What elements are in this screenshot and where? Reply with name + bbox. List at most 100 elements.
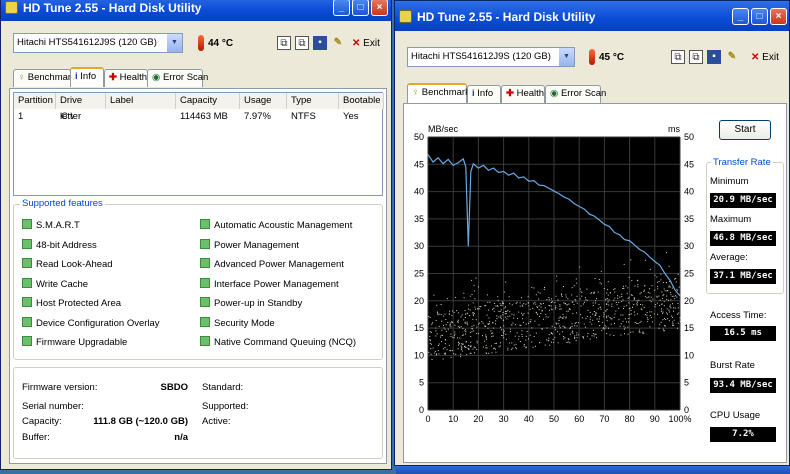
access-time-point — [559, 304, 561, 306]
access-time-point — [598, 316, 600, 318]
access-time-point — [600, 270, 602, 272]
tab-info[interactable]: i Info — [467, 85, 501, 103]
access-time-point — [678, 312, 680, 314]
access-time-point — [674, 307, 676, 309]
close-icon[interactable]: × — [371, 0, 388, 16]
tab-benchmark[interactable]: ♀ Benchmark — [13, 69, 76, 87]
access-time-point — [617, 295, 619, 297]
access-time-point — [572, 330, 574, 332]
access-time-point — [450, 333, 452, 335]
options-icon[interactable]: ✎ — [331, 36, 345, 50]
access-time-point — [584, 301, 586, 303]
access-time-point — [466, 354, 468, 356]
access-time-point — [572, 332, 574, 334]
tab-health[interactable]: ✚ Health — [501, 85, 545, 103]
access-time-point — [669, 305, 671, 307]
save-icon[interactable]: ▪ — [707, 50, 721, 64]
access-time-point — [569, 342, 571, 344]
access-time-point — [527, 312, 529, 314]
access-time-point — [435, 335, 437, 337]
close-icon[interactable]: × — [770, 8, 787, 25]
access-time-point — [452, 310, 454, 312]
access-time-point — [595, 333, 597, 335]
save-icon[interactable]: ▪ — [313, 36, 327, 50]
tab-info[interactable]: i Info — [70, 67, 104, 87]
copy-all-icon[interactable]: ⧉ — [689, 50, 703, 64]
column-header[interactable]: Type — [287, 93, 339, 109]
column-header[interactable]: Usage — [240, 93, 287, 109]
maximize-icon[interactable]: □ — [751, 8, 768, 25]
access-time-point — [487, 327, 489, 329]
tab-benchmark[interactable]: ♀ Benchmark — [407, 83, 470, 103]
access-time-point — [504, 306, 506, 308]
access-time-point — [636, 313, 638, 315]
minimize-icon[interactable]: _ — [732, 8, 749, 25]
access-time-point — [663, 305, 665, 307]
access-time-point — [572, 313, 574, 315]
access-time-point — [669, 304, 671, 306]
access-time-value: 16.5 ms — [710, 326, 776, 341]
copy-all-icon[interactable]: ⧉ — [295, 36, 309, 50]
access-time-point — [614, 288, 616, 290]
access-time-point — [467, 347, 469, 349]
access-time-point — [502, 301, 504, 303]
access-time-point — [456, 310, 458, 312]
column-header[interactable]: Drive letter — [56, 93, 106, 122]
copy-icon[interactable]: ⧉ — [277, 36, 291, 50]
column-header[interactable]: Partition — [14, 93, 56, 109]
feature-item: Power-up in Standby — [200, 297, 302, 309]
access-time-point — [475, 333, 477, 335]
access-time-point — [527, 322, 529, 324]
drive-select[interactable]: Hitachi HTS541612J9S (120 GB) ▼ — [407, 47, 575, 67]
access-time-point — [650, 296, 652, 298]
access-time-point — [477, 323, 479, 325]
start-button[interactable]: Start — [719, 120, 771, 140]
access-time-point — [440, 303, 442, 305]
access-time-point — [521, 304, 523, 306]
chevron-down-icon[interactable]: ▼ — [559, 48, 574, 66]
access-time-point — [497, 306, 499, 308]
chevron-down-icon[interactable]: ▼ — [167, 34, 182, 52]
partition-list[interactable]: Partition Drive letter Label Capacity Us… — [13, 92, 384, 196]
access-time-point — [450, 350, 452, 352]
access-time-point — [443, 315, 445, 317]
access-time-point — [521, 336, 523, 338]
tab-error-scan[interactable]: ◉ Error Scan — [147, 69, 208, 87]
exit-button[interactable]: ✕ Exit — [352, 38, 380, 49]
access-time-point — [503, 325, 505, 327]
column-header[interactable]: Label — [106, 93, 176, 109]
drive-select[interactable]: Hitachi HTS541612J9S (120 GB) ▼ — [13, 33, 183, 53]
feature-item: Interface Power Management — [200, 277, 339, 290]
x-tick-label: 100% — [668, 414, 691, 424]
access-time-point — [643, 332, 645, 334]
access-time-point — [464, 313, 466, 315]
maximize-icon[interactable]: □ — [352, 0, 369, 16]
access-time-point — [523, 303, 525, 305]
column-header[interactable]: Bootable — [339, 93, 384, 109]
options-icon[interactable]: ✎ — [725, 50, 739, 64]
access-time-point — [505, 333, 507, 335]
access-time-point — [501, 334, 503, 336]
right-titlebar[interactable]: HD Tune 2.55 - Hard Disk Utility _ □ × — [395, 1, 789, 31]
access-time-point — [607, 301, 609, 303]
access-time-point — [562, 318, 564, 320]
table-row[interactable]: 1 C:\ 114463 MB 7.97% NTFS Yes — [14, 111, 382, 125]
tab-health[interactable]: ✚ Health — [104, 69, 148, 87]
access-time-point — [603, 312, 605, 314]
column-header[interactable]: Capacity — [176, 93, 240, 109]
copy-icon[interactable]: ⧉ — [671, 50, 685, 64]
tab-error-scan[interactable]: ◉ Error Scan — [545, 85, 606, 103]
access-time-point — [620, 334, 622, 336]
access-time-point — [554, 308, 556, 310]
access-time-point — [675, 281, 677, 283]
left-titlebar[interactable]: HD Tune 2.55 - Hard Disk Utility _ □ × — [1, 0, 391, 21]
buffer-value: n/a — [174, 432, 188, 443]
access-time-point — [566, 342, 568, 344]
minimize-icon[interactable]: _ — [333, 0, 350, 16]
access-time-point — [582, 336, 584, 338]
access-time-point — [617, 297, 619, 299]
access-time-point — [437, 350, 439, 352]
access-time-point — [551, 301, 553, 303]
exit-button[interactable]: ✕ Exit — [751, 52, 779, 63]
checkbox-icon — [200, 316, 210, 327]
